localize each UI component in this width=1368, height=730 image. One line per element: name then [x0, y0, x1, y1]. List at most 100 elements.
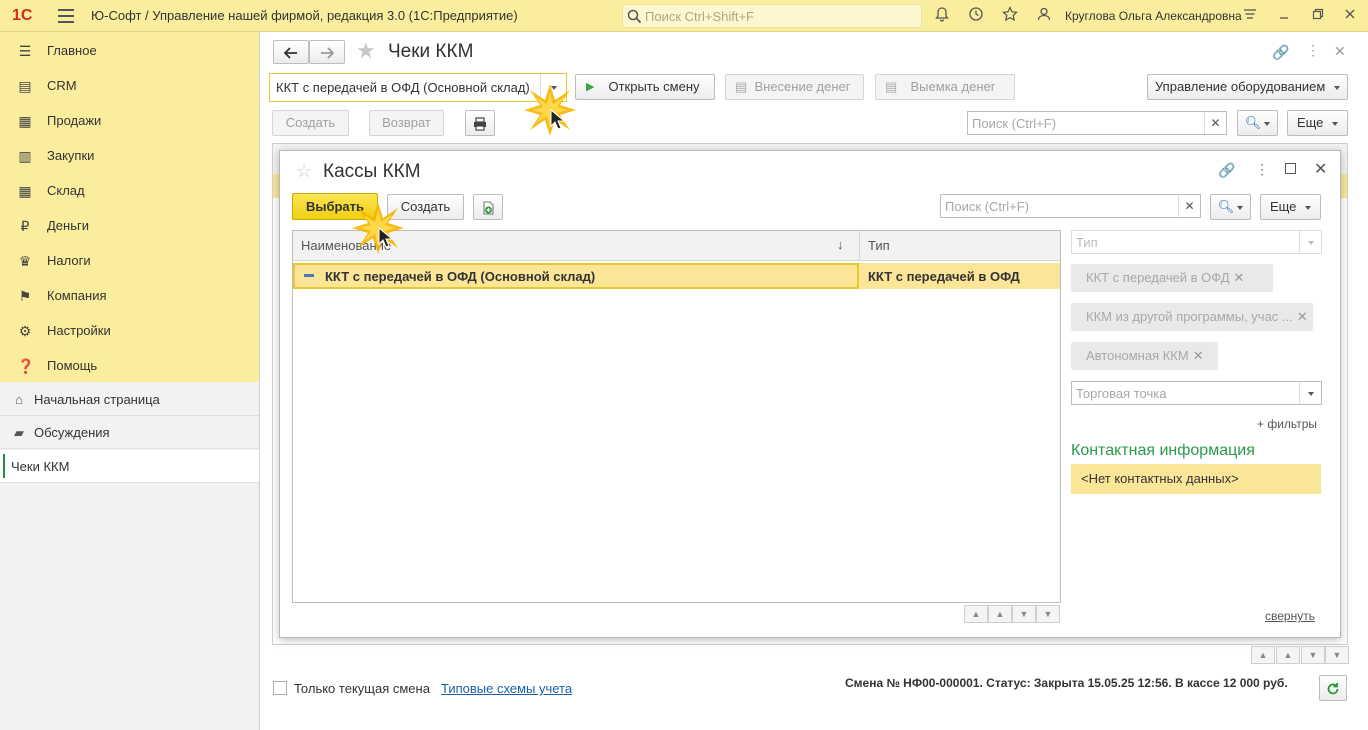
- close-dialog-icon[interactable]: ✕: [1314, 159, 1327, 179]
- print-button[interactable]: [465, 110, 495, 136]
- active-indicator: [3, 454, 5, 478]
- type-filter[interactable]: Тип: [1071, 230, 1322, 254]
- home-icon: ⌂: [15, 392, 23, 407]
- clear-icon[interactable]: ✕: [1178, 195, 1200, 217]
- section-crm[interactable]: ▤ CRM: [0, 68, 259, 103]
- more-label: Еще: [1296, 115, 1324, 130]
- arrow-right-icon: [321, 46, 335, 59]
- forward-button[interactable]: [309, 40, 345, 64]
- minimize-icon[interactable]: [1274, 6, 1294, 26]
- menu-lines-icon: ☰: [18, 43, 32, 59]
- nav-receipts[interactable]: Чеки ККМ: [0, 450, 259, 483]
- settings-lines-icon[interactable]: [1240, 6, 1260, 26]
- type-tag[interactable]: ККМ из другой программы, учас ... ✕: [1071, 303, 1313, 331]
- only-current-shift-checkbox[interactable]: [273, 681, 287, 695]
- bell-icon[interactable]: [932, 6, 952, 26]
- contact-info-value: <Нет контактных данных>: [1071, 464, 1321, 494]
- favorite-star-icon[interactable]: ★: [356, 38, 376, 64]
- search-button[interactable]: 🔍︎: [1237, 110, 1278, 136]
- typical-schemes-link[interactable]: Типовые схемы учета: [441, 681, 572, 696]
- withdraw-button[interactable]: ▤ Выемка денег: [875, 74, 1015, 100]
- dropdown-arrow-icon[interactable]: [1299, 231, 1321, 253]
- maximize-icon[interactable]: [1285, 163, 1296, 174]
- equipment-menu-button[interactable]: Управление оборудованием: [1147, 74, 1348, 100]
- restore-icon[interactable]: [1308, 6, 1328, 26]
- open-shift-button[interactable]: ▶ Открыть смену: [575, 74, 715, 100]
- section-label: CRM: [47, 78, 77, 93]
- user-icon[interactable]: [1034, 6, 1054, 26]
- link-icon[interactable]: 🔗: [1218, 162, 1235, 179]
- more-vert-icon[interactable]: ⋮: [1255, 161, 1269, 178]
- app-title: Ю-Софт / Управление нашей фирмой, редакц…: [91, 8, 518, 23]
- more-vert-icon[interactable]: ⋮: [1306, 42, 1320, 59]
- section-company[interactable]: ⚑ Компания: [0, 278, 259, 313]
- nav-discussions[interactable]: ▰ Обсуждения: [0, 416, 259, 449]
- section-taxes[interactable]: ♛ Налоги: [0, 243, 259, 278]
- section-label: Главное: [47, 43, 97, 58]
- back-button[interactable]: [273, 40, 309, 64]
- section-settings[interactable]: ⚙ Настройки: [0, 313, 259, 348]
- section-money[interactable]: ₽ Деньги: [0, 208, 259, 243]
- flag-icon: ⚑: [18, 288, 32, 304]
- scroll-down-icon[interactable]: ▼: [1012, 605, 1036, 623]
- open-shift-label: Открыть смену: [608, 79, 700, 94]
- collapse-link[interactable]: свернуть: [1265, 609, 1315, 623]
- section-help[interactable]: ❓ Помощь: [0, 348, 259, 383]
- section-warehouse[interactable]: ▦ Склад: [0, 173, 259, 208]
- return-button[interactable]: Возврат: [369, 110, 444, 136]
- section-label: Налоги: [47, 253, 91, 268]
- clear-icon[interactable]: ✕: [1204, 112, 1226, 134]
- global-search-input[interactable]: Поиск Ctrl+Shift+F: [622, 4, 922, 28]
- dialog-search-input[interactable]: Поиск (Ctrl+F) ✕: [940, 194, 1201, 218]
- deposit-button[interactable]: ▤ Внесение денег: [725, 74, 864, 100]
- type-tag[interactable]: ККТ с передачей в ОФД ✕: [1071, 264, 1273, 292]
- more-button[interactable]: Еще: [1287, 110, 1348, 136]
- nav-label: Обсуждения: [34, 425, 110, 440]
- print-icon: [474, 116, 486, 131]
- close-form-icon[interactable]: ✕: [1334, 43, 1346, 60]
- remove-tag-icon[interactable]: ✕: [1193, 348, 1204, 363]
- warehouse-icon: ▦: [18, 183, 32, 199]
- refresh-button[interactable]: [1319, 675, 1347, 701]
- main-search-input[interactable]: Поиск (Ctrl+F) ✕: [967, 111, 1227, 135]
- column-header-type[interactable]: Тип: [868, 238, 890, 253]
- remove-tag-icon[interactable]: ✕: [1234, 270, 1245, 285]
- create-button[interactable]: Создать: [272, 110, 349, 136]
- section-label: Продажи: [47, 113, 102, 128]
- scroll-bottom-icon[interactable]: ▼: [1036, 605, 1060, 623]
- type-filter-placeholder: Тип: [1076, 235, 1098, 250]
- type-tag[interactable]: Автономная ККМ ✕: [1071, 342, 1218, 370]
- remove-tag-icon[interactable]: ✕: [1297, 309, 1308, 324]
- equipment-label: Управление оборудованием: [1155, 79, 1326, 94]
- scroll-down-icon[interactable]: ▼: [1301, 646, 1325, 664]
- favorites-icon[interactable]: [1000, 6, 1020, 26]
- dialog-search-button[interactable]: 🔍︎: [1210, 194, 1251, 220]
- more-filters-link[interactable]: + фильтры: [1257, 417, 1317, 431]
- table-row[interactable]: ККТ с передачей в ОФД (Основной склад) К…: [293, 263, 1060, 289]
- section-purchases[interactable]: ▥ Закупки: [0, 138, 259, 173]
- sort-arrow-icon: ↓: [837, 237, 844, 252]
- scroll-top-icon[interactable]: ▲: [1251, 646, 1275, 664]
- history-icon[interactable]: [966, 6, 986, 26]
- close-icon[interactable]: [1340, 6, 1360, 26]
- withdraw-label: Выемка денег: [910, 79, 996, 94]
- discussions-icon: ▰: [14, 425, 24, 440]
- trade-point-filter[interactable]: Торговая точка: [1071, 381, 1322, 405]
- favorite-star-icon[interactable]: ☆: [296, 161, 312, 182]
- scroll-up-icon[interactable]: ▲: [988, 605, 1012, 623]
- title-bar: 1С Ю-Софт / Управление нашей фирмой, ред…: [0, 0, 1368, 32]
- section-main[interactable]: ☰ Главное: [0, 33, 259, 68]
- link-icon[interactable]: 🔗: [1272, 44, 1289, 61]
- scroll-up-icon[interactable]: ▲: [1276, 646, 1300, 664]
- user-name[interactable]: Круглова Ольга Александровна: [1065, 9, 1242, 23]
- only-current-shift-label[interactable]: Только текущая смена: [294, 681, 430, 696]
- section-label: Настройки: [47, 323, 111, 338]
- scroll-top-icon[interactable]: ▲: [964, 605, 988, 623]
- dialog-more-button[interactable]: Еще: [1260, 194, 1321, 220]
- scroll-bottom-icon[interactable]: ▼: [1325, 646, 1349, 664]
- dropdown-arrow-icon[interactable]: [1299, 382, 1321, 404]
- copy-button[interactable]: [473, 194, 503, 220]
- section-sales[interactable]: ▦ Продажи: [0, 103, 259, 138]
- main-menu-icon[interactable]: [58, 9, 74, 23]
- nav-home[interactable]: ⌂ Начальная страница: [0, 383, 259, 416]
